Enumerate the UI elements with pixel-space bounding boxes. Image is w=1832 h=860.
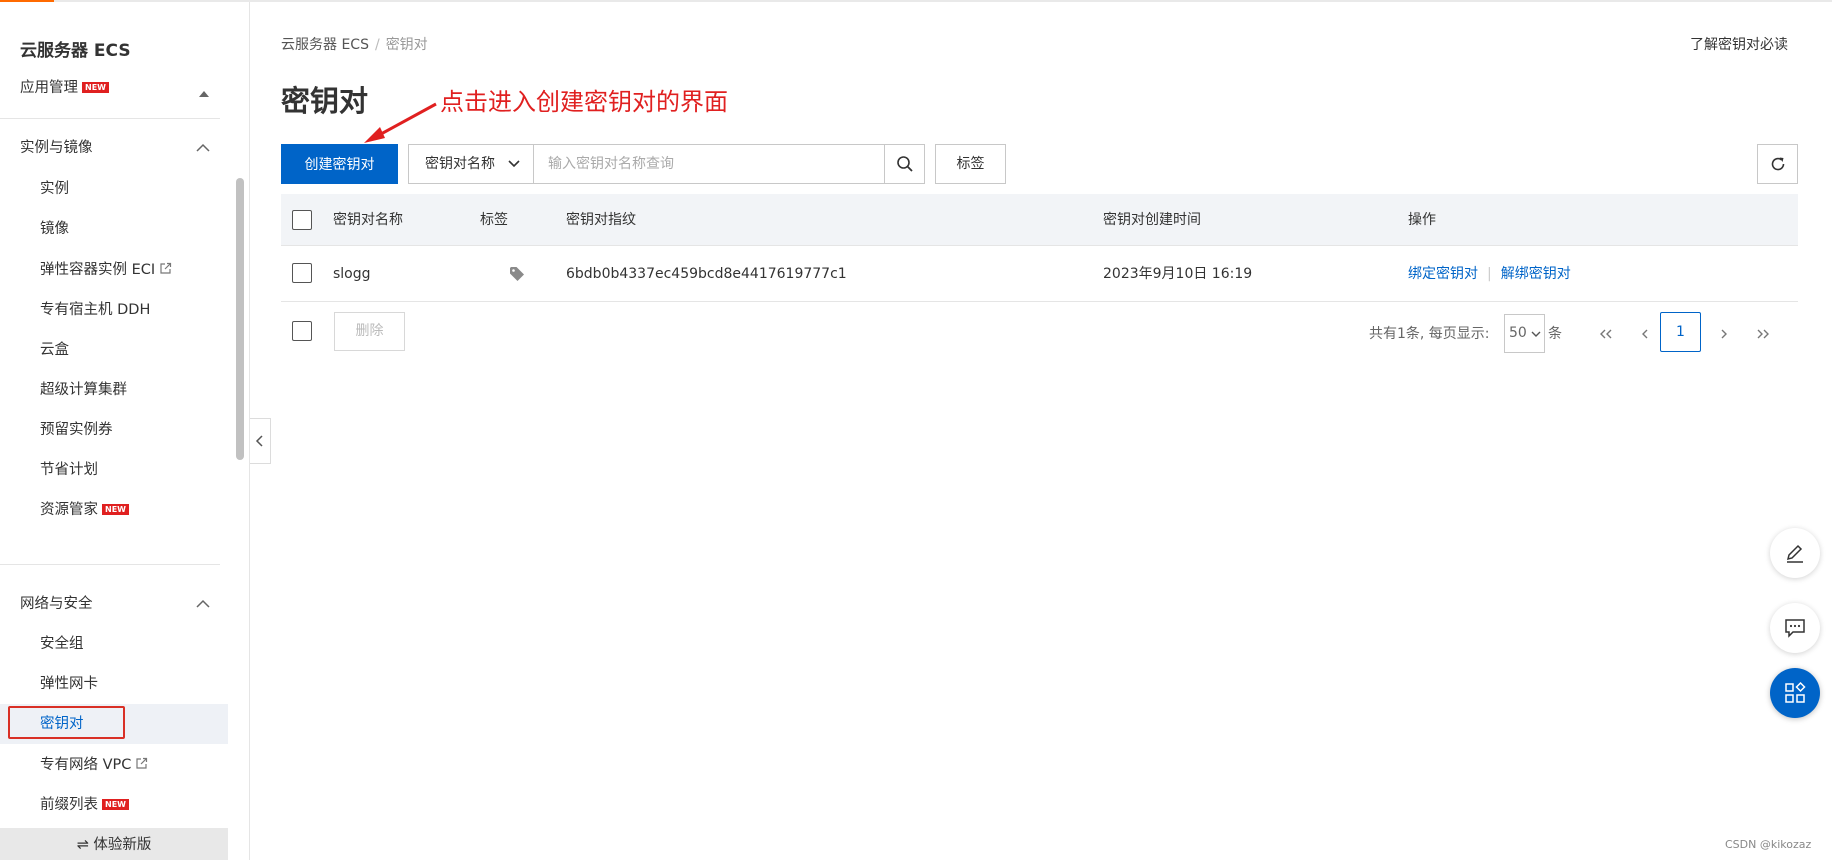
help-link[interactable]: 了解密钥对必读 [1690,34,1788,54]
external-link-icon [160,262,172,274]
footer-select-all-checkbox[interactable] [292,321,312,341]
refresh-button[interactable] [1757,144,1798,184]
sidebar-item-savings-plan[interactable]: 节省计划 [40,458,98,482]
current-page-button[interactable]: 1 [1660,312,1701,352]
double-chevron-left-icon [1600,329,1612,339]
top-line [0,0,1832,2]
prev-page-button[interactable] [1630,314,1660,353]
sidebar-item-prefix-list[interactable]: 前缀列表 NEW [40,793,129,817]
sidebar-item-reserved-instance[interactable]: 预留实例券 [40,418,113,442]
unbind-keypair-link[interactable]: 解绑密钥对 [1501,266,1571,282]
table-header: 密钥对名称 标签 密钥对指纹 密钥对创建时间 操作 [281,194,1798,246]
row-actions: 绑定密钥对 | 解绑密钥对 [1408,246,1571,302]
chevron-down-icon [508,160,520,168]
next-page-button[interactable] [1709,314,1739,353]
keypair-name: slogg [333,266,371,282]
apps-button[interactable] [1770,668,1820,718]
column-header-fingerprint: 密钥对指纹 [566,212,636,228]
sidebar-group-instances[interactable]: 实例与镜像 [20,136,93,160]
external-link-icon [136,757,148,769]
row-checkbox[interactable] [292,263,312,283]
apps-grid-icon [1785,681,1806,703]
new-badge: NEW [102,504,129,515]
new-badge: NEW [102,799,129,810]
breadcrumb-root[interactable]: 云服务器 ECS [281,37,369,53]
column-header-created: 密钥对创建时间 [1103,212,1201,228]
tag-icon[interactable] [509,266,525,282]
sidebar-divider [0,564,220,565]
search-button[interactable] [884,144,925,184]
sidebar-item-eni[interactable]: 弹性网卡 [40,672,98,696]
chevron-up-icon[interactable] [194,139,212,157]
chat-button[interactable] [1770,603,1820,653]
breadcrumb-separator: / [374,37,380,53]
last-page-button[interactable] [1748,314,1778,353]
page-size-unit: 条 [1548,326,1562,342]
action-divider: | [1487,266,1492,282]
chevron-left-icon [255,435,263,447]
sidebar-item-image[interactable]: 镜像 [40,217,69,241]
sidebar-item-keypair[interactable]: 密钥对 [40,712,84,736]
page-size-select[interactable]: 50 [1504,314,1545,353]
column-header-tag: 标签 [480,212,508,228]
sidebar-item-scc[interactable]: 超级计算集群 [40,378,127,402]
sidebar-item-vpc[interactable]: 专有网络 VPC [40,753,148,777]
keypair-fingerprint: 6bdb0b4337ec459bcd8e4417619777c1 [566,266,847,282]
create-keypair-button[interactable]: 创建密钥对 [281,144,398,184]
try-new-version-button[interactable]: ⇌ 体验新版 [0,828,228,860]
tag-filter-button[interactable]: 标签 [935,144,1006,184]
sidebar-item-label: 专有网络 VPC [40,757,132,773]
annotation-arrow-icon [364,102,437,143]
sidebar-item-label: 应用管理 [20,80,78,96]
chat-icon [1785,619,1805,638]
sidebar-collapse-toggle[interactable] [250,418,271,464]
sidebar-item-security-group[interactable]: 安全组 [40,632,84,656]
search-input[interactable] [533,144,885,184]
scroll-up-icon[interactable] [198,89,210,99]
new-badge: NEW [82,82,109,93]
column-header-actions: 操作 [1408,212,1436,228]
sidebar-item-cloud-box[interactable]: 云盒 [40,338,69,362]
sidebar-item-label: 前缀列表 [40,797,98,813]
filter-field-label: 密钥对名称 [425,156,495,172]
sidebar-group-network[interactable]: 网络与安全 [20,592,93,616]
sidebar-divider [0,118,220,119]
sidebar-item-instance[interactable]: 实例 [40,177,69,201]
first-page-button[interactable] [1591,314,1621,353]
page-title: 密钥对 [281,84,369,118]
select-all-checkbox[interactable] [292,210,312,230]
breadcrumb-current: 密钥对 [385,37,428,53]
breadcrumb: 云服务器 ECS / 密钥对 [281,34,428,54]
double-chevron-right-icon [1757,329,1769,339]
sidebar-scrollbar[interactable] [236,178,244,460]
sidebar-item-label: 资源管家 [40,502,98,518]
table-row: slogg 6bdb0b4337ec459bcd8e4417619777c1 2… [281,246,1798,302]
sidebar-item-app-manage[interactable]: 应用管理 NEW [20,76,109,100]
sidebar-item-label: 弹性容器实例 ECI [40,262,156,278]
annotation-text: 点击进入创建密钥对的界面 [440,88,728,116]
keypair-created-time: 2023年9月10日 16:19 [1103,266,1253,282]
delete-button[interactable]: 删除 [334,312,405,351]
bind-keypair-link[interactable]: 绑定密钥对 [1408,266,1478,282]
filter-field-select[interactable]: 密钥对名称 [408,144,534,184]
sidebar-item-resource-manager[interactable]: 资源管家 NEW [40,498,129,522]
watermark: CSDN @kikozaz [1725,838,1812,851]
sidebar-item-ddh[interactable]: 专有宿主机 DDH [40,298,150,322]
feedback-edit-button[interactable] [1770,528,1820,578]
refresh-icon [1771,157,1784,171]
sidebar-title: 云服务器 ECS [20,41,131,61]
total-count-text: 共有1条, 每页显示: [1369,326,1490,342]
search-icon [896,156,913,172]
page-size-value: 50 [1509,325,1527,341]
chevron-right-icon [1721,329,1727,339]
chevron-down-icon [1531,331,1541,337]
chevron-up-icon[interactable] [194,595,212,613]
edit-icon [1786,544,1803,563]
sidebar-item-eci[interactable]: 弹性容器实例 ECI [40,258,172,282]
column-header-name: 密钥对名称 [333,212,403,228]
chevron-left-icon [1642,329,1648,339]
sidebar: 云服务器 ECS 应用管理 NEW 实例与镜像 实例 镜像 弹性容器实例 ECI … [0,2,250,860]
